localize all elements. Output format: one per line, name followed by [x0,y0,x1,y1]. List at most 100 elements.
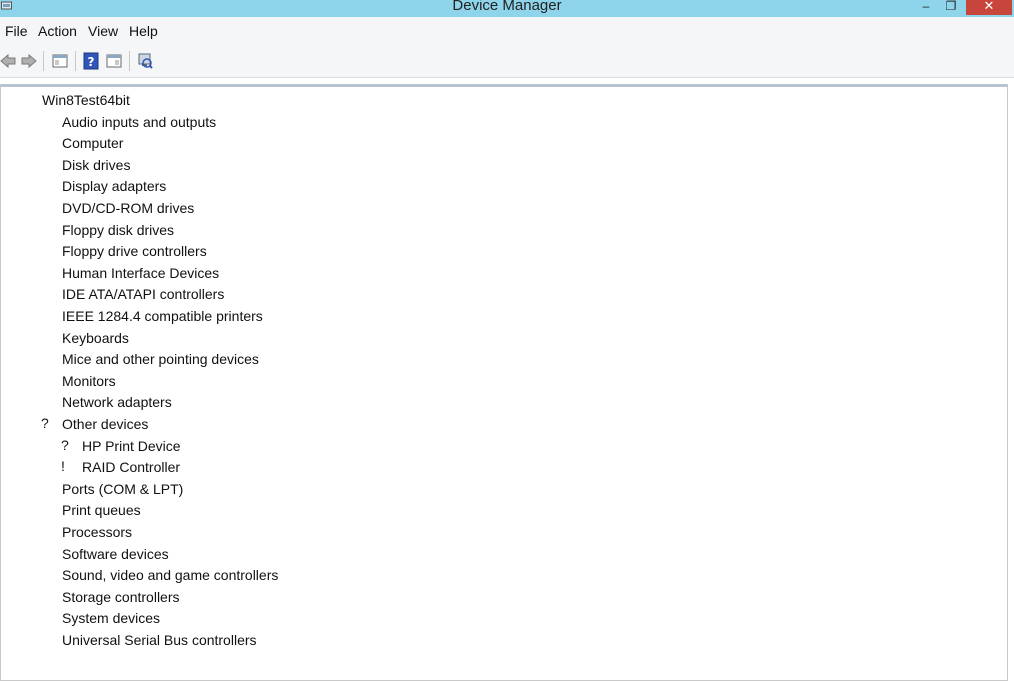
tree-item-label: System devices [62,610,161,627]
tree-root-computer-icon [21,91,39,109]
storage-controller-icon [41,588,59,606]
expand-arrow-icon[interactable] [28,396,36,408]
warning-device-icon: ! [61,458,79,476]
tree-category[interactable]: Display adapters [1,176,991,197]
mouse-icon [41,350,59,368]
menu-help[interactable]: Help [129,23,158,39]
printer-icon [41,307,59,325]
tree-category[interactable]: Network adapters [1,392,991,413]
collapse-arrow-icon[interactable] [10,94,18,106]
tree-category[interactable]: Keyboards [1,328,991,349]
expand-arrow-icon[interactable] [28,116,36,128]
expand-arrow-icon[interactable] [28,504,36,516]
network-adapter-icon [41,393,59,411]
software-device-icon [41,545,59,563]
expand-arrow-icon[interactable] [28,569,36,581]
menu-file[interactable]: File [5,23,28,39]
expand-arrow-icon[interactable] [28,591,36,603]
close-button[interactable]: ✕ [966,0,1012,15]
tree-category[interactable]: Monitors [1,371,991,392]
expand-arrow-icon[interactable] [28,375,36,387]
tree-category[interactable]: ? Other devices [1,414,991,435]
tree-category[interactable]: IDE ATA/ATAPI controllers [1,284,991,305]
tree-item-label: Other devices [62,416,149,432]
hid-icon [41,264,59,282]
show-hide-console-tree-icon[interactable] [106,52,122,70]
expand-arrow-icon[interactable] [28,159,36,171]
expand-arrow-icon[interactable] [28,245,36,257]
tree-item-label: Universal Serial Bus controllers [62,632,257,648]
tree-category[interactable]: Floppy disk drives [1,220,991,241]
minimize-button[interactable]: ‒ [917,0,935,14]
tree-item-label: Print queues [62,502,141,519]
tree-item-label: Sound, video and game controllers [62,567,279,584]
tree-category[interactable]: Sound, video and game controllers [1,565,991,586]
sound-controller-icon [41,566,59,584]
menu-bar: File Action View Help [0,17,1014,44]
tree-item-label: Software devices [62,545,169,562]
tree-category[interactable]: Floppy drive controllers [1,241,991,262]
tree-category[interactable]: Computer [1,133,991,154]
expand-arrow-icon[interactable] [28,180,36,192]
tree-category[interactable]: Processors [1,522,991,543]
expand-arrow-icon[interactable] [28,526,36,538]
tree-item-label: Mice and other pointing devices [62,351,259,368]
tree-item-label: Network adapters [62,394,172,411]
tree-category[interactable]: Software devices [1,544,991,565]
expand-arrow-icon[interactable] [28,353,36,365]
tree-category[interactable]: System devices [1,608,991,629]
expand-arrow-icon[interactable] [28,332,36,344]
tree-category[interactable]: Disk drives [1,155,991,176]
tree-item-label: Monitors [62,372,116,389]
tree-category[interactable]: Universal Serial Bus controllers [1,630,991,651]
monitor-icon [41,372,59,390]
tree-category[interactable]: Ports (COM & LPT) [1,479,991,500]
ide-controller-icon [41,285,59,303]
tree-category[interactable]: IEEE 1284.4 compatible printers [1,306,991,327]
title-bar[interactable]: Device Manager ‒ ❐ ✕ [0,0,1014,17]
maximize-button[interactable]: ❐ [942,0,960,14]
forward-icon[interactable] [21,52,37,70]
unknown-device-icon: ? [41,415,59,433]
scan-hardware-icon[interactable] [137,52,153,70]
tree-category[interactable]: Audio inputs and outputs [1,112,991,133]
expand-arrow-icon[interactable] [28,483,36,495]
menu-view[interactable]: View [88,23,118,39]
expand-arrow-icon[interactable] [28,288,36,300]
properties-icon[interactable] [52,52,68,70]
expand-arrow-icon[interactable] [28,634,36,646]
menu-action[interactable]: Action [38,23,77,39]
tree-category[interactable]: Storage controllers [1,587,991,608]
tree-category[interactable]: Human Interface Devices [1,263,991,284]
tree-item-label: Ports (COM & LPT) [62,480,184,497]
collapse-arrow-icon[interactable] [28,418,36,430]
expand-arrow-icon[interactable] [28,548,36,560]
computer-icon [41,134,59,152]
expand-arrow-icon[interactable] [28,612,36,624]
tree-category[interactable]: Print queues [1,500,991,521]
expand-arrow-icon[interactable] [28,202,36,214]
tree-category[interactable]: Mice and other pointing devices [1,349,991,370]
tree-item-label: Disk drives [62,156,131,173]
tree-item-label: Floppy disk drives [62,221,175,238]
tree-item-label: Display adapters [62,178,167,195]
tree-category[interactable]: DVD/CD-ROM drives [1,198,991,219]
keyboard-icon [41,329,59,347]
svg-text:?: ? [61,436,69,453]
tree-root[interactable]: Win8Test64bit [1,90,991,111]
help-icon[interactable]: ? [83,52,99,70]
unknown-device-icon: ? [61,437,79,455]
expand-arrow-icon[interactable] [28,224,36,236]
tree-item-label: Audio inputs and outputs [62,113,217,130]
tree-child-item[interactable]: ? HP Print Device [1,436,991,457]
device-tree-pane[interactable]: Win8Test64bit Audio inputs and outputs Com… [0,84,1008,681]
expand-arrow-icon[interactable] [28,267,36,279]
toolbar-separator [129,51,130,71]
expand-arrow-icon[interactable] [28,137,36,149]
back-icon[interactable] [0,52,16,70]
print-queue-icon [41,501,59,519]
svg-text:?: ? [41,415,49,431]
tree-child-item[interactable]: ! RAID Controller [1,457,991,478]
expand-arrow-icon[interactable] [28,310,36,322]
svg-text:!: ! [61,458,65,475]
